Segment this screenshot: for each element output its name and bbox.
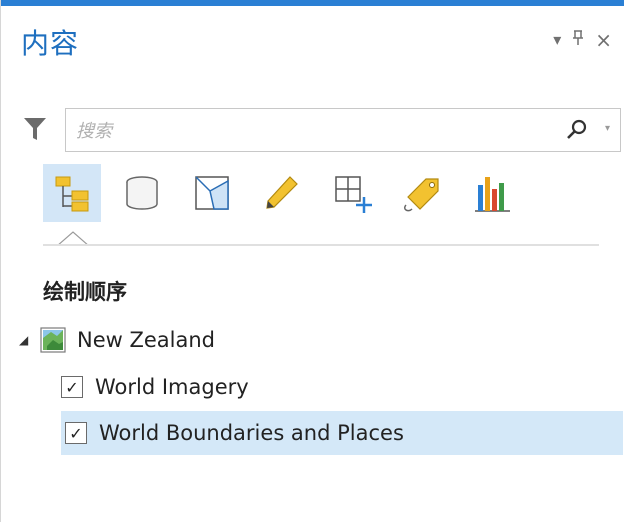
map-icon — [40, 327, 66, 353]
tool-charts[interactable] — [463, 164, 521, 222]
charts-icon — [475, 177, 510, 212]
pin-icon[interactable] — [571, 30, 585, 49]
layer-visibility-checkbox[interactable]: ✓ — [65, 422, 87, 444]
expand-triangle-icon[interactable]: ◢ — [19, 333, 33, 347]
layer-label: World Boundaries and Places — [99, 421, 404, 445]
search-input[interactable] — [74, 117, 548, 145]
tree-layer-world-boundaries[interactable]: ✓ World Boundaries and Places — [61, 411, 623, 455]
tree-map-node[interactable]: ◢ New Zealand — [19, 318, 215, 362]
editing-icon — [266, 176, 298, 209]
section-title: 绘制顺序 — [43, 280, 127, 304]
snapping-icon — [335, 176, 372, 213]
toolbar-divider — [43, 244, 599, 246]
search-icon[interactable] — [566, 119, 588, 141]
tool-labeling[interactable] — [393, 164, 451, 222]
tool-selection[interactable] — [183, 164, 241, 222]
pane-title: 内容 — [21, 27, 80, 60]
tree-layer-world-imagery[interactable]: ✓ World Imagery — [61, 365, 623, 409]
selection-icon — [195, 176, 229, 210]
layer-visibility-checkbox[interactable]: ✓ — [61, 376, 83, 398]
tool-snapping[interactable] — [323, 164, 381, 222]
data-source-icon — [126, 176, 158, 210]
tool-data-source[interactable] — [113, 164, 171, 222]
tool-editing[interactable] — [253, 164, 311, 222]
close-icon[interactable]: × — [595, 30, 612, 50]
tool-drawing-order[interactable] — [43, 164, 101, 222]
search-box[interactable]: ▾ — [65, 108, 621, 152]
layer-label: World Imagery — [95, 375, 249, 399]
drawing-order-icon — [55, 176, 89, 212]
map-label: New Zealand — [77, 328, 215, 352]
search-options-chevron-icon[interactable]: ▾ — [605, 123, 610, 134]
filter-icon[interactable] — [23, 116, 47, 142]
pane-window-controls: ▾ × — [553, 30, 612, 50]
dropdown-icon[interactable]: ▾ — [553, 31, 561, 48]
pane-accent-bar — [1, 0, 624, 6]
labeling-icon — [403, 178, 439, 212]
contents-pane: 内容 ▾ × ▾ — [0, 0, 624, 522]
